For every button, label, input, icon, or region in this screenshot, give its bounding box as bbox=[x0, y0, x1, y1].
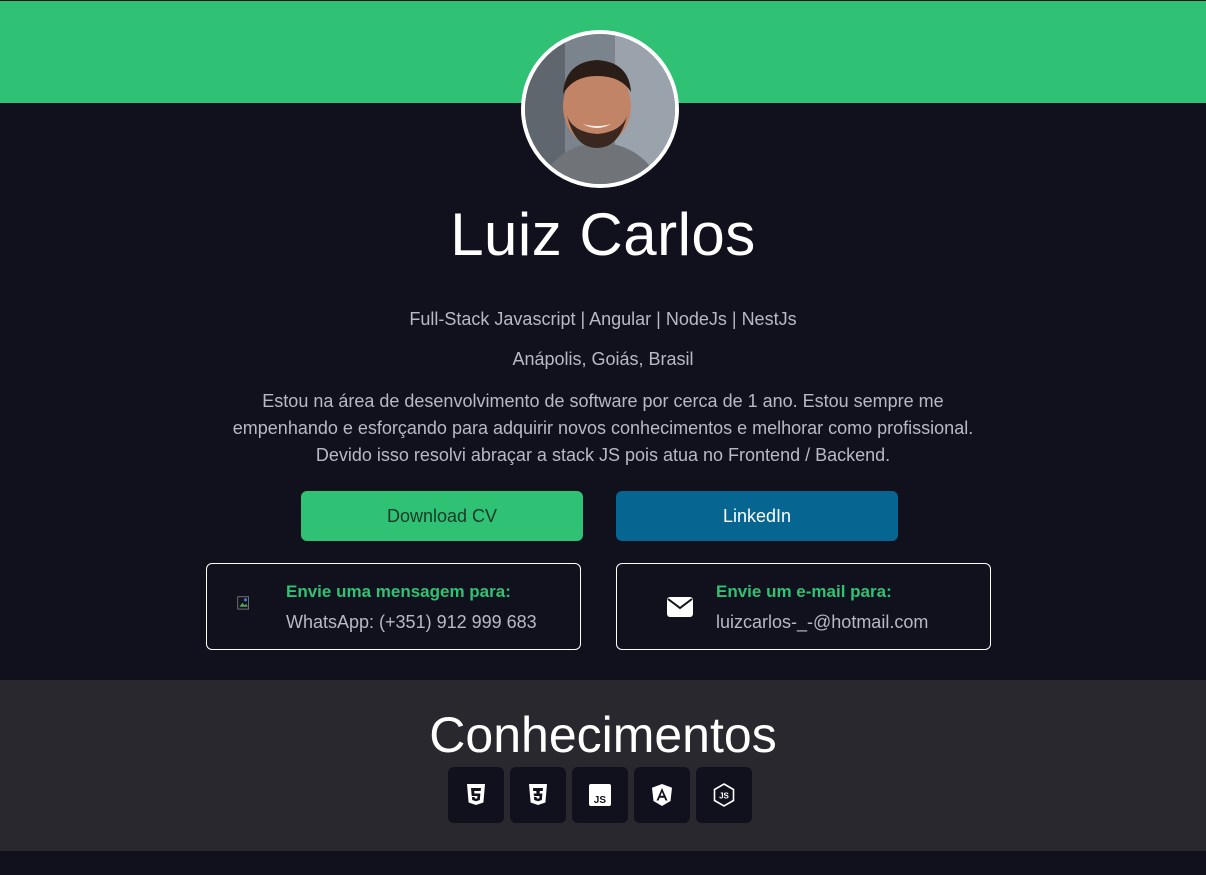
skill-html5 bbox=[448, 767, 504, 823]
avatar bbox=[521, 30, 679, 188]
whatsapp-icon bbox=[237, 596, 249, 610]
whatsapp-number: WhatsApp: (+351) 912 999 683 bbox=[286, 612, 537, 632]
profile-bio: Estou na área de desenvolvimento de soft… bbox=[232, 391, 974, 465]
svg-text:JS: JS bbox=[594, 795, 607, 806]
skill-nodejs: JS bbox=[696, 767, 752, 823]
nodejs-icon: JS bbox=[713, 783, 735, 807]
profile-photo bbox=[525, 34, 675, 184]
skill-javascript: JS bbox=[572, 767, 628, 823]
email-address: luizcarlos-_-@hotmail.com bbox=[716, 612, 929, 632]
skill-css3 bbox=[510, 767, 566, 823]
whatsapp-contact-card[interactable]: Envie uma mensagem para: WhatsApp: (+351… bbox=[206, 563, 581, 650]
linkedin-button[interactable]: LinkedIn bbox=[616, 491, 898, 541]
svg-text:JS: JS bbox=[719, 792, 729, 801]
profile-headline: Full-Stack Javascript | Angular | NodeJs… bbox=[409, 309, 797, 329]
javascript-icon: JS bbox=[589, 784, 611, 806]
email-card-title: Envie um e-mail para: bbox=[716, 582, 892, 601]
profile-location: Anápolis, Goiás, Brasil bbox=[512, 349, 694, 369]
download-cv-button[interactable]: Download CV bbox=[301, 491, 583, 541]
skills-list: JS JS bbox=[448, 767, 752, 823]
skill-angular bbox=[634, 767, 690, 823]
html5-icon bbox=[467, 784, 485, 805]
profile-name: Luiz Carlos bbox=[450, 201, 756, 268]
css3-icon bbox=[529, 784, 547, 805]
skills-section: Conhecimentos JS JS bbox=[0, 680, 1206, 851]
email-contact-card[interactable]: Envie um e-mail para: luizcarlos-_-@hotm… bbox=[616, 563, 991, 650]
angular-icon bbox=[652, 784, 672, 806]
envelope-icon bbox=[667, 597, 693, 617]
skills-title: Conhecimentos bbox=[429, 707, 777, 763]
whatsapp-card-title: Envie uma mensagem para: bbox=[286, 582, 511, 601]
